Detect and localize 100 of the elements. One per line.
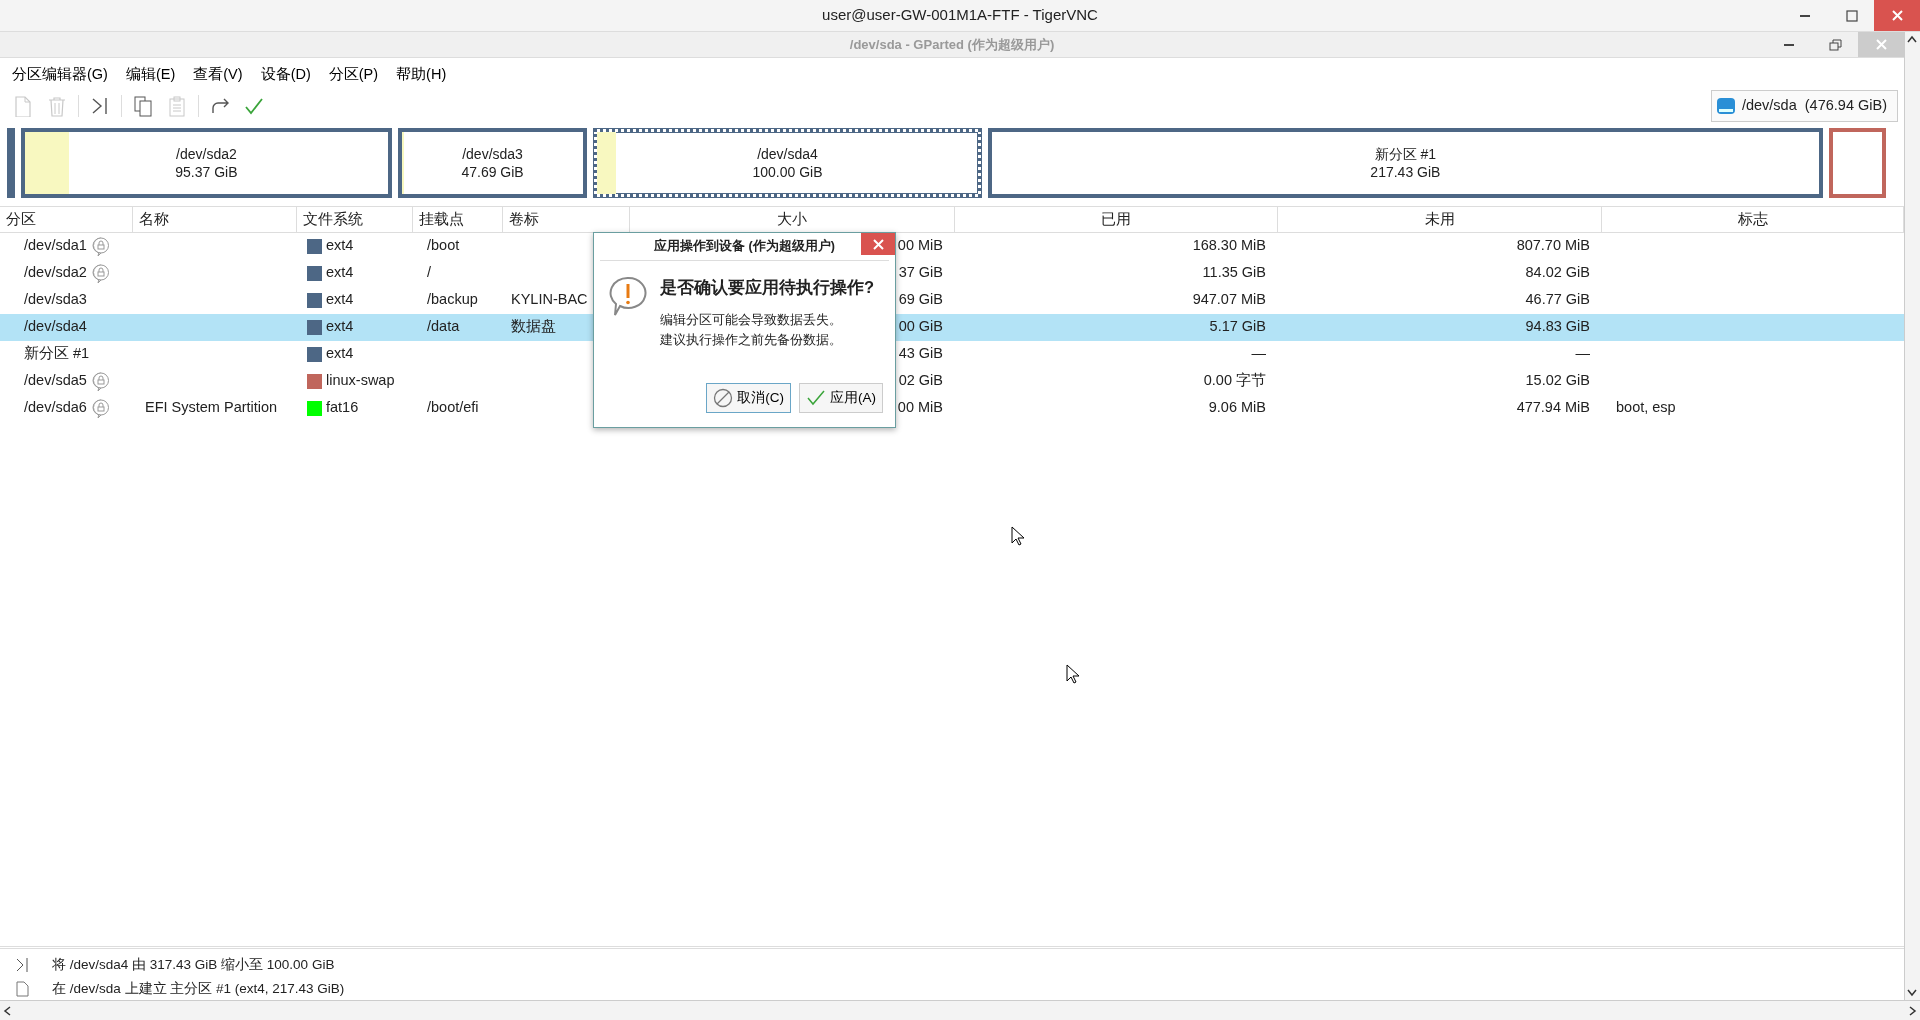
column-header[interactable]: 分区 — [0, 205, 133, 233]
table-cell-text: ext4 — [326, 236, 354, 256]
cursor-icon — [1011, 526, 1025, 546]
table-cell-text: 0.00 字节 — [1203, 371, 1266, 391]
table-cell-text: linux-swap — [326, 371, 395, 391]
partition-block[interactable]: 新分区 #1 217.43 GiB — [987, 127, 1823, 198]
cancel-button[interactable]: 取消(C) — [706, 383, 791, 413]
partition-size: 217.43 GiB — [1370, 162, 1441, 181]
clipboard-icon — [166, 94, 188, 117]
new-file-icon — [14, 981, 30, 997]
partition-size: 100.00 GiB — [752, 162, 823, 181]
menu-item[interactable]: 分区编辑器(G) — [4, 64, 118, 86]
column-header[interactable]: 已用 — [955, 205, 1278, 233]
table-cell-text: 43 GiB — [898, 344, 943, 364]
table-cell-text: 02 GiB — [898, 371, 943, 391]
table-cell-text: 168.30 MiB — [1192, 236, 1266, 256]
table-cell[interactable]: /dev/sda6 — [24, 397, 87, 420]
table-cell-text: /data — [427, 317, 460, 337]
table-cell-text: 数据盘 — [511, 317, 556, 337]
apply-button[interactable]: 应用(A) — [799, 383, 883, 413]
menu-item[interactable]: 帮助(H) — [388, 64, 457, 86]
table-cell-text: 46.77 GiB — [1525, 290, 1590, 310]
window-title: /dev/sda - GParted (作为超级用户) — [849, 35, 1055, 54]
window-title: user@user-GW-001M1A-FTF - TigerVNC — [822, 5, 1098, 26]
copy-icon — [132, 94, 154, 117]
partition-size: 95.37 GiB — [175, 162, 238, 181]
partition-block[interactable] — [1829, 127, 1886, 198]
partition-name: 新分区 #1 — [1373, 144, 1438, 163]
table-cell-text: 94.83 GiB — [1525, 317, 1590, 337]
table-cell[interactable]: /dev/sda3 — [24, 289, 87, 312]
table-cell[interactable]: /dev/sda5 — [24, 370, 87, 393]
close-icon — [1889, 8, 1905, 23]
table-cell-text: 00 MiB — [897, 236, 943, 256]
table-cell-text: /backup — [427, 290, 478, 310]
table-cell-text: 11.35 GiB — [1202, 263, 1266, 283]
close-button[interactable] — [861, 233, 895, 255]
minimize-icon — [1784, 43, 1794, 46]
table-cell-text: ext4 — [326, 263, 354, 283]
dialog-title: 应用操作到设备 (作为超级用户) — [654, 237, 835, 256]
partition-name: /dev/sda2 — [175, 144, 238, 163]
dialog-text: 编辑分区可能会导致数据丢失。 — [660, 310, 843, 329]
table-cell-text: ext4 — [326, 290, 354, 310]
menu-item[interactable]: 查看(V) — [185, 64, 253, 86]
cursor-icon — [1066, 664, 1080, 684]
cancel-icon — [713, 388, 734, 408]
menu-item[interactable]: 设备(D) — [252, 64, 321, 86]
partition-block[interactable]: /dev/sda4 100.00 GiB — [594, 128, 981, 197]
table-cell-text: 37 GiB — [898, 263, 943, 283]
dialog-text: 建议执行操作之前先备份数据。 — [660, 330, 843, 349]
check-icon — [806, 388, 826, 408]
table-cell[interactable]: /dev/sda4 — [24, 316, 87, 339]
table-cell[interactable]: /dev/sda1 — [24, 235, 87, 258]
table-cell-text: 69 GiB — [898, 290, 943, 310]
table-cell-text: boot, esp — [1616, 398, 1676, 418]
table-cell[interactable]: /dev/sda2 — [24, 262, 87, 285]
table-cell-text: 5.17 GiB — [1209, 317, 1266, 337]
vertical-scrollbar[interactable] — [1904, 32, 1920, 1000]
restore-icon — [1827, 37, 1843, 52]
table-cell-text: 84.02 GiB — [1525, 263, 1590, 283]
maximize-icon — [1843, 8, 1859, 23]
table-cell-text: ext4 — [326, 344, 354, 364]
table-cell-text: 9.06 MiB — [1208, 398, 1266, 418]
table-cell-text: 947.07 MiB — [1192, 290, 1266, 310]
table-cell-text: 477.94 MiB — [1516, 398, 1590, 418]
column-header[interactable]: 挂载点 — [413, 205, 503, 233]
device-selector[interactable]: /dev/sda (476.94 GiB) — [1710, 89, 1898, 122]
close-icon — [871, 237, 885, 251]
operation-text: 在 /dev/sda 上建立 主分区 #1 (ext4, 217.43 GiB) — [52, 979, 345, 998]
table-cell-text: 00 MiB — [897, 398, 943, 418]
horizontal-scrollbar[interactable] — [0, 1000, 1920, 1020]
table-cell-text: /boot — [427, 236, 460, 256]
column-header[interactable]: 名称 — [133, 205, 297, 233]
table-cell-text: — — [1575, 344, 1590, 364]
partition-size: 47.69 GiB — [461, 162, 524, 181]
column-header[interactable]: 文件系统 — [297, 205, 413, 233]
partition-block[interactable]: /dev/sda3 47.69 GiB — [397, 127, 588, 198]
trash-icon — [46, 94, 68, 117]
table-cell-text: EFI System Partition — [145, 398, 278, 418]
table-cell-text: / — [427, 263, 432, 283]
dialog-heading: 是否确认要应用待执行操作? — [660, 277, 875, 298]
table-cell-text: ext4 — [326, 317, 354, 337]
column-header[interactable]: 未用 — [1278, 205, 1602, 233]
menu-item[interactable]: 分区(P) — [320, 64, 389, 86]
resize-icon — [14, 957, 30, 973]
new-file-icon — [12, 94, 34, 117]
table-cell-text: 00 GiB — [898, 317, 943, 337]
minimize-icon — [1800, 14, 1810, 17]
table-cell-text: — — [1251, 344, 1266, 364]
operation-text: 将 /dev/sda4 由 317.43 GiB 缩小至 100.00 GiB — [52, 955, 335, 974]
partition-name: /dev/sda4 — [756, 144, 819, 163]
menu-item[interactable]: 编辑(E) — [117, 64, 186, 86]
table-cell[interactable]: 新分区 #1 — [24, 343, 90, 366]
table-cell-text: 807.70 MiB — [1516, 236, 1590, 256]
table-cell-text: /boot/efi — [427, 398, 479, 418]
partition-block[interactable]: /dev/sda2 95.37 GiB — [21, 127, 392, 198]
table-cell-text: 15.02 GiB — [1525, 371, 1590, 391]
partition-name: /dev/sda3 — [461, 144, 524, 163]
column-header[interactable]: 标志 — [1602, 205, 1904, 233]
close-icon — [1873, 37, 1889, 52]
table-cell-text: fat16 — [326, 398, 359, 418]
